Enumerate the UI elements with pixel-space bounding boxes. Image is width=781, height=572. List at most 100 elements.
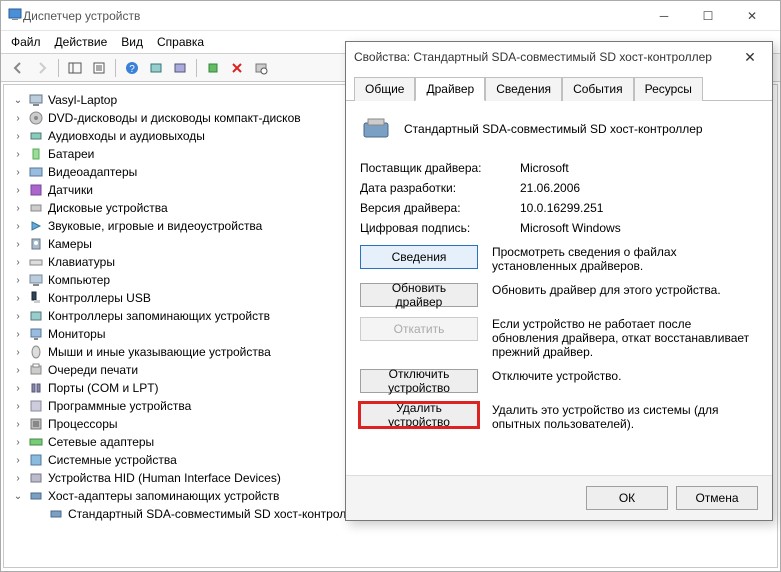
dialog-footer: ОК Отмена	[346, 475, 772, 520]
expand-icon[interactable]: ›	[12, 473, 24, 484]
expand-icon[interactable]: ›	[12, 311, 24, 322]
cancel-button[interactable]: Отмена	[676, 486, 758, 510]
tree-node-label: Мониторы	[48, 327, 105, 341]
menu-action[interactable]: Действие	[55, 35, 108, 49]
expand-icon[interactable]: ›	[12, 419, 24, 430]
device-category-icon	[28, 110, 44, 126]
device-category-icon	[28, 344, 44, 360]
expand-icon[interactable]: ›	[12, 203, 24, 214]
menu-help[interactable]: Справка	[157, 35, 204, 49]
device-category-icon	[28, 182, 44, 198]
device-category-icon	[28, 416, 44, 432]
device-category-icon	[28, 146, 44, 162]
ok-button[interactable]: ОК	[586, 486, 668, 510]
expand-icon[interactable]: ›	[12, 293, 24, 304]
device-category-icon	[28, 308, 44, 324]
expand-icon[interactable]: ›	[12, 167, 24, 178]
disable-device-desc: Отключите устройство.	[492, 369, 758, 383]
tree-node-label: Хост-адаптеры запоминающих устройств	[48, 489, 279, 503]
back-button[interactable]	[7, 57, 29, 79]
svg-text:?: ?	[129, 64, 135, 75]
tree-node-label: Компьютер	[48, 273, 110, 287]
window-controls: ─ ☐ ✕	[642, 2, 774, 30]
expand-icon[interactable]: ›	[12, 149, 24, 160]
collapse-icon[interactable]: ⌄	[12, 95, 24, 106]
device-category-icon	[28, 380, 44, 396]
tree-node-label: Видеоадаптеры	[48, 165, 137, 179]
help-button[interactable]: ?	[121, 57, 143, 79]
properties-button[interactable]	[88, 57, 110, 79]
expand-icon[interactable]: ›	[12, 221, 24, 232]
expand-icon[interactable]: ›	[12, 401, 24, 412]
device-category-icon	[28, 218, 44, 234]
tree-root-label: Vasyl-Laptop	[48, 93, 117, 107]
dialog-close-button[interactable]: ✕	[736, 49, 764, 66]
tree-node-label: Батареи	[48, 147, 94, 161]
expand-icon[interactable]: ›	[12, 437, 24, 448]
computer-icon	[28, 92, 44, 108]
tab-details[interactable]: Сведения	[485, 77, 562, 101]
expand-icon[interactable]: ›	[12, 365, 24, 376]
tab-resources[interactable]: Ресурсы	[634, 77, 703, 101]
version-label: Версия драйвера:	[360, 201, 520, 215]
uninstall-button[interactable]	[226, 57, 248, 79]
device-category-icon	[28, 488, 44, 504]
device-category-icon	[28, 470, 44, 486]
tab-general[interactable]: Общие	[354, 77, 415, 101]
device-category-icon	[28, 290, 44, 306]
signature-value: Microsoft Windows	[520, 221, 758, 235]
device-category-icon	[28, 434, 44, 450]
device-icon	[360, 113, 392, 145]
maximize-button[interactable]: ☐	[686, 2, 730, 30]
titlebar: Диспетчер устройств ─ ☐ ✕	[1, 1, 780, 31]
tab-events[interactable]: События	[562, 77, 634, 101]
tree-node-label: Системные устройства	[48, 453, 177, 467]
expand-icon[interactable]: ›	[12, 329, 24, 340]
tree-node-label: DVD-дисководы и дисководы компакт-дисков	[48, 111, 301, 125]
tab-driver[interactable]: Драйвер	[415, 77, 485, 101]
tree-node-label: Камеры	[48, 237, 92, 251]
properties-dialog: Свойства: Стандартный SDA-совместимый SD…	[345, 41, 773, 521]
device-category-icon	[28, 272, 44, 288]
expand-icon[interactable]: ›	[12, 275, 24, 286]
expand-icon[interactable]: ›	[12, 455, 24, 466]
driver-details-button[interactable]: Сведения	[360, 245, 478, 269]
tree-node-label: Мыши и иные указывающие устройства	[48, 345, 271, 359]
uninstall-device-desc: Удалить это устройство из системы (для о…	[492, 403, 758, 431]
device-category-icon	[28, 128, 44, 144]
provider-label: Поставщик драйвера:	[360, 161, 520, 175]
menu-file[interactable]: Файл	[11, 35, 41, 49]
version-value: 10.0.16299.251	[520, 201, 758, 215]
expand-icon[interactable]: ›	[12, 383, 24, 394]
tree-node-label: Датчики	[48, 183, 93, 197]
uninstall-device-button[interactable]: Удалить устройство	[360, 403, 478, 427]
tree-node-label: Контроллеры USB	[48, 291, 151, 305]
menu-view[interactable]: Вид	[121, 35, 143, 49]
scan-button[interactable]	[145, 57, 167, 79]
disable-device-button[interactable]: Отключить устройство	[360, 369, 478, 393]
expand-icon[interactable]: ›	[12, 113, 24, 124]
enable-button[interactable]	[202, 57, 224, 79]
expand-icon[interactable]: ›	[12, 257, 24, 268]
tree-node-label: Устройства HID (Human Interface Devices)	[48, 471, 281, 485]
dialog-title: Свойства: Стандартный SDA-совместимый SD…	[354, 50, 736, 64]
close-button[interactable]: ✕	[730, 2, 774, 30]
expand-icon[interactable]: ›	[12, 131, 24, 142]
tree-node-label: Порты (COM и LPT)	[48, 381, 159, 395]
minimize-button[interactable]: ─	[642, 2, 686, 30]
forward-button[interactable]	[31, 57, 53, 79]
device-category-icon	[28, 398, 44, 414]
tree-node-label: Дисковые устройства	[48, 201, 168, 215]
expand-icon[interactable]: ›	[12, 239, 24, 250]
show-hide-tree-button[interactable]	[64, 57, 86, 79]
collapse-icon[interactable]: ⌄	[12, 491, 24, 502]
update-driver-button[interactable]	[169, 57, 191, 79]
device-category-icon	[28, 452, 44, 468]
refresh-button[interactable]	[250, 57, 272, 79]
update-driver-button[interactable]: Обновить драйвер	[360, 283, 478, 307]
expand-icon[interactable]: ›	[12, 347, 24, 358]
tree-node-label: Аудиовходы и аудиовыходы	[48, 129, 205, 143]
date-value: 21.06.2006	[520, 181, 758, 195]
expand-icon[interactable]: ›	[12, 185, 24, 196]
device-icon	[48, 506, 64, 522]
